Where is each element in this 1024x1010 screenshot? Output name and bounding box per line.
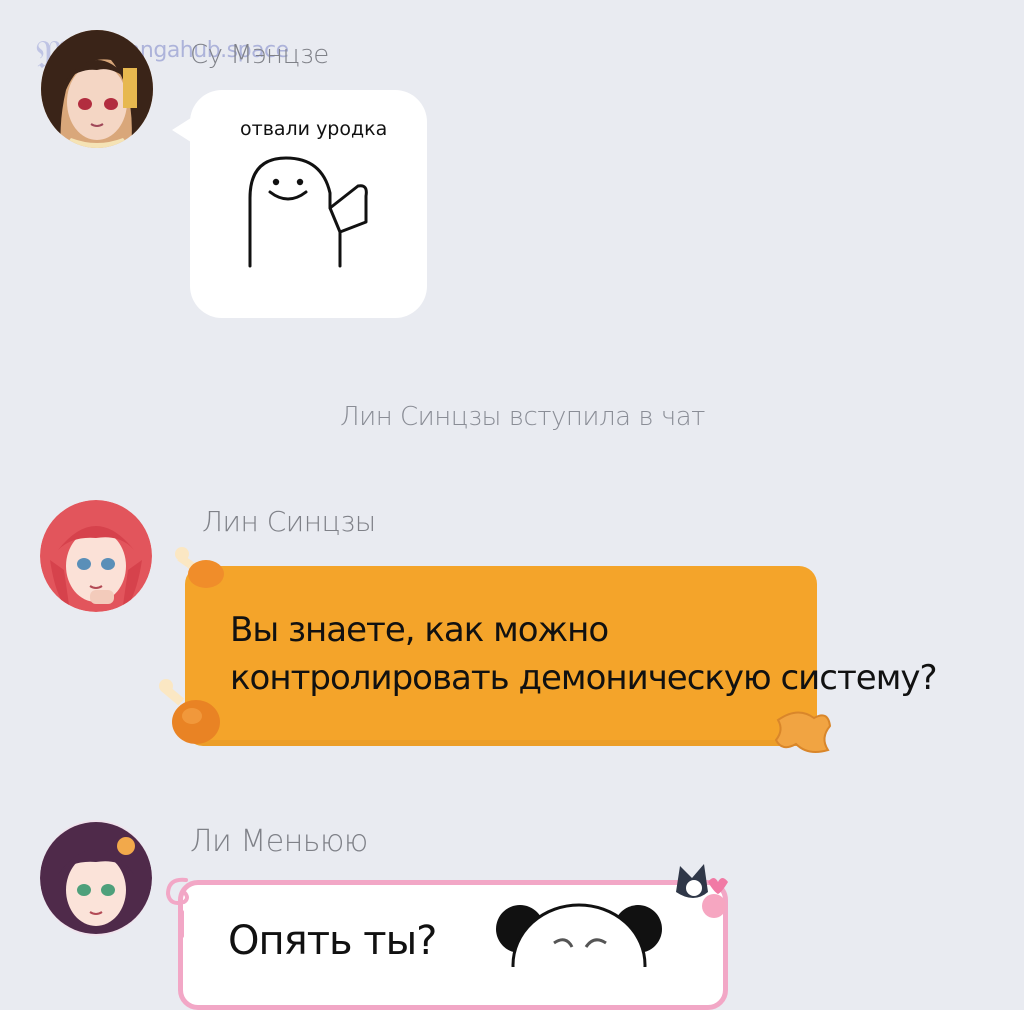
avatar-lin[interactable] — [40, 500, 152, 612]
cat-decoration-icon — [676, 864, 728, 918]
sticker-caption: отвали уродка — [240, 118, 388, 140]
system-message: Лин Синцзы вступила в чат — [340, 402, 705, 432]
sender-name: Ли Меньюю — [190, 824, 368, 859]
sender-name: Лин Синцзы — [202, 505, 376, 538]
drumstick-decoration-icon — [175, 547, 224, 588]
message-line: контролировать демоническую систему? — [230, 658, 938, 698]
sender-name: Су Мэнцзе — [190, 40, 329, 70]
avatar-su[interactable] — [41, 30, 153, 148]
panda-face-sticker — [496, 903, 662, 967]
message-text: Опять ты? — [228, 918, 437, 964]
message-line: Вы знаете, как можно — [230, 610, 609, 650]
avatar-li[interactable] — [40, 820, 152, 936]
ghost-wave-sticker — [248, 156, 368, 268]
drumstick-decoration-icon — [159, 679, 220, 744]
message-text: Вы знаете, как можно контролировать демо… — [230, 606, 938, 702]
swirl-decoration-icon — [165, 877, 189, 938]
chip-decoration-icon — [774, 711, 832, 753]
